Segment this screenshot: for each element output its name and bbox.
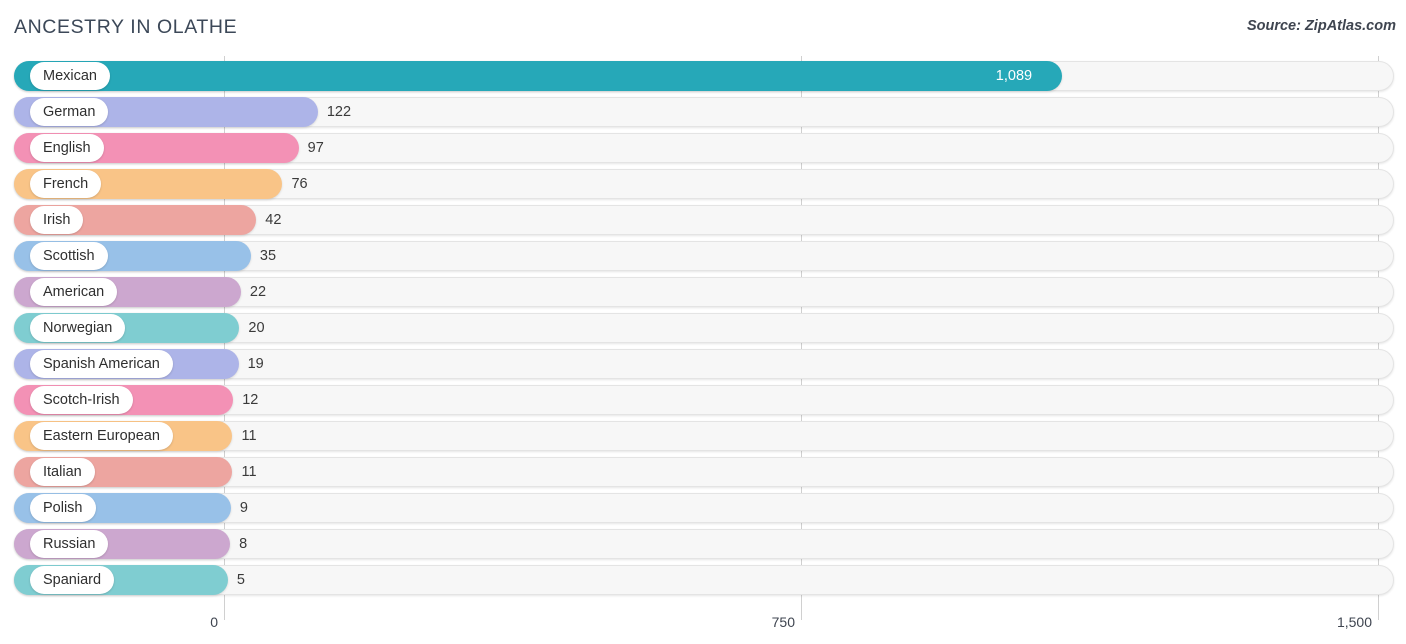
bar-label: Norwegian [43, 319, 113, 336]
bar-row[interactable]: Eastern European 11 [14, 421, 1394, 451]
bar-label-pill: Polish [30, 494, 96, 522]
bar-row[interactable]: English 97 [14, 133, 1394, 163]
x-axis: 0 750 1,500 [0, 606, 1406, 644]
bar-label-pill: Eastern European [30, 422, 173, 450]
bar-value: 76 [291, 176, 308, 192]
bar-label-pill: Scottish [30, 242, 108, 270]
bar-row[interactable]: Irish 42 [14, 205, 1394, 235]
bar-row[interactable]: Spaniard 5 [14, 565, 1394, 595]
bar-label: Spaniard [43, 571, 102, 588]
bar-value: 22 [249, 284, 267, 300]
bar-label: Polish [43, 499, 83, 516]
bar-value: 122 [326, 104, 352, 120]
bar-label: Scotch-Irish [43, 391, 120, 408]
bar-row[interactable]: Italian 11 [14, 457, 1394, 487]
bar-label-pill: Spanish American [30, 350, 173, 378]
bar-row[interactable]: Scotch-Irish 12 [14, 385, 1394, 415]
bar-label: Irish [43, 211, 71, 228]
bar-row[interactable]: Spanish American 19 [14, 349, 1394, 379]
bar-label-pill: Norwegian [30, 314, 126, 342]
x-tick-label: 750 [771, 614, 795, 630]
bar-value: 1,089 [995, 68, 1033, 84]
bar-label: French [43, 175, 89, 192]
bar-label-pill: French [30, 170, 102, 198]
bar-label: Mexican [43, 67, 97, 84]
bar-value: 97 [307, 140, 324, 156]
bar-mexican[interactable] [14, 61, 1062, 91]
bar-row[interactable]: Mexican 1,089 [14, 61, 1394, 91]
bar-label-pill: American [30, 278, 118, 306]
bar-label: Russian [43, 535, 96, 552]
bar-value: 8 [239, 536, 248, 552]
bar-row[interactable]: Russian 8 [14, 529, 1394, 559]
bar-row[interactable]: French 76 [14, 169, 1394, 199]
bar-label: Eastern European [43, 427, 160, 444]
bar-row[interactable]: Polish 9 [14, 493, 1394, 523]
bar-value: 11 [241, 428, 257, 444]
bar-value: 9 [239, 500, 248, 516]
bar-value: 42 [265, 212, 282, 228]
x-tick-label: 1,500 [1336, 614, 1372, 630]
x-tick-mark [801, 606, 802, 620]
bar-label: American [43, 283, 105, 300]
bar-value: 20 [248, 320, 265, 336]
bar-label-pill: Mexican [30, 62, 110, 90]
bar-label: Spanish American [43, 355, 160, 372]
bar-label-pill: Irish [30, 206, 84, 234]
bar-label: Italian [43, 463, 82, 480]
bar-label: German [43, 103, 96, 120]
chart-header: ANCESTRY IN OLATHE Source: ZipAtlas.com [0, 0, 1406, 56]
bar-value: 35 [259, 248, 277, 264]
x-tick-mark [1378, 606, 1379, 620]
chart-plot-area: Mexican 1,089 German 122 English 97 French 76 Ir… [0, 56, 1406, 606]
page-title: ANCESTRY IN OLATHE [14, 16, 238, 38]
x-tick-label: 0 [210, 614, 218, 630]
bar-label-pill: German [30, 98, 109, 126]
bar-value: 19 [247, 356, 264, 372]
source-attribution: Source: ZipAtlas.com [1246, 18, 1396, 34]
bar-label: Scottish [43, 247, 95, 264]
bar-label-pill: Russian [30, 530, 109, 558]
bar-value: 12 [242, 392, 259, 408]
bar-row[interactable]: German 122 [14, 97, 1394, 127]
bar-label: English [43, 139, 91, 156]
bar-label-pill: Spaniard [30, 566, 115, 594]
bar-label-pill: Scotch-Irish [30, 386, 133, 414]
x-tick-mark [224, 606, 225, 620]
bar-row[interactable]: Norwegian 20 [14, 313, 1394, 343]
bar-value: 5 [236, 572, 245, 588]
bar-row[interactable]: Scottish 35 [14, 241, 1394, 271]
bar-label-pill: Italian [30, 458, 95, 486]
bar-label-pill: English [30, 134, 104, 162]
bar-value: 11 [241, 464, 257, 480]
bar-row[interactable]: American 22 [14, 277, 1394, 307]
bar-rows: Mexican 1,089 German 122 English 97 French 76 Ir… [0, 56, 1406, 606]
